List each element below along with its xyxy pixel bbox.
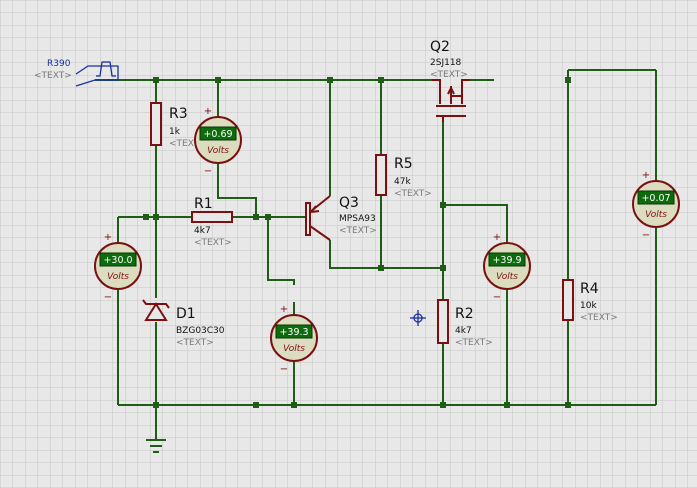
minus-sign: − (104, 292, 112, 303)
r5-value: 47k (394, 177, 411, 187)
voltmeter-unit: Volts (107, 272, 129, 282)
minus-sign: − (280, 364, 288, 375)
plus-sign: + (104, 232, 112, 243)
junction-dot (440, 265, 446, 271)
source-text-placeholder: <TEXT> (34, 71, 72, 81)
junction-dot (253, 402, 259, 408)
r3-ref: R3 (169, 106, 188, 122)
voltmeter-reading: +30.0 (103, 255, 132, 266)
r2-text-placeholder: <TEXT> (455, 338, 493, 348)
resistor-body (150, 102, 162, 146)
r3-value: 1k (169, 127, 181, 137)
resistor-body (562, 279, 574, 321)
voltmeter-reading: +39.3 (279, 327, 308, 338)
minus-sign: − (493, 292, 501, 303)
voltmeter-reading: +0.69 (203, 129, 232, 140)
r2-ref: R2 (455, 306, 474, 322)
d1-text-placeholder: <TEXT> (176, 338, 214, 348)
voltmeter-unit: Volts (207, 146, 229, 156)
plus-sign: + (204, 106, 212, 117)
q2-ref: Q2 (430, 39, 450, 55)
junction-dot (440, 402, 446, 408)
voltmeter-unit: Volts (645, 210, 667, 220)
grid-lines (0, 0, 697, 488)
plus-sign: + (493, 232, 501, 243)
q3-value: MPSA93 (339, 214, 376, 224)
junction-dot (565, 402, 571, 408)
junction-dot (153, 402, 159, 408)
r1-text-placeholder: <TEXT> (194, 238, 232, 248)
r1-value: 4k7 (194, 226, 211, 236)
junction-dot (153, 214, 159, 220)
junction-dot (378, 77, 384, 83)
resistor-body (437, 299, 449, 344)
r4-ref: R4 (580, 281, 599, 297)
schematic-canvas[interactable]: R390 <TEXT> R3 1k <TEXT> R1 4k7 <TEXT> R… (0, 0, 697, 488)
transistor-base-bar (305, 202, 311, 236)
junction-dot (291, 402, 297, 408)
plus-sign: + (642, 170, 650, 181)
source-name: R390 (47, 59, 71, 69)
junction-dot (153, 77, 159, 83)
voltmeter-reading: +0.07 (641, 193, 670, 204)
resistor-body (375, 154, 387, 196)
minus-sign: − (642, 230, 650, 241)
junction-dot (265, 214, 271, 220)
r5-text-placeholder: <TEXT> (394, 189, 432, 199)
q3-text-placeholder: <TEXT> (339, 226, 377, 236)
r4-text-placeholder: <TEXT> (580, 313, 618, 323)
q2-value: 2SJ118 (430, 58, 462, 68)
resistor-body (191, 211, 233, 223)
r5-ref: R5 (394, 156, 413, 172)
junction-dot (378, 265, 384, 271)
r2-value: 4k7 (455, 326, 472, 336)
voltmeter-unit: Volts (283, 344, 305, 354)
d1-value: BZG03C30 (176, 326, 225, 336)
junction-dot (143, 214, 149, 220)
plus-sign: + (280, 304, 288, 315)
r1-ref: R1 (194, 196, 213, 212)
junction-dot (253, 214, 259, 220)
junction-dot (327, 77, 333, 83)
junction-dot (215, 77, 221, 83)
r4-value: 10k (580, 301, 597, 311)
q3-ref: Q3 (339, 195, 359, 211)
q2-text-placeholder: <TEXT> (430, 70, 468, 80)
minus-sign: − (204, 166, 212, 177)
junction-dot (504, 402, 510, 408)
junction-dot (565, 77, 571, 83)
voltmeter-reading: +39.9 (492, 255, 521, 266)
junction-dot (440, 202, 446, 208)
d1-ref: D1 (176, 306, 196, 322)
voltmeter-unit: Volts (496, 272, 518, 282)
